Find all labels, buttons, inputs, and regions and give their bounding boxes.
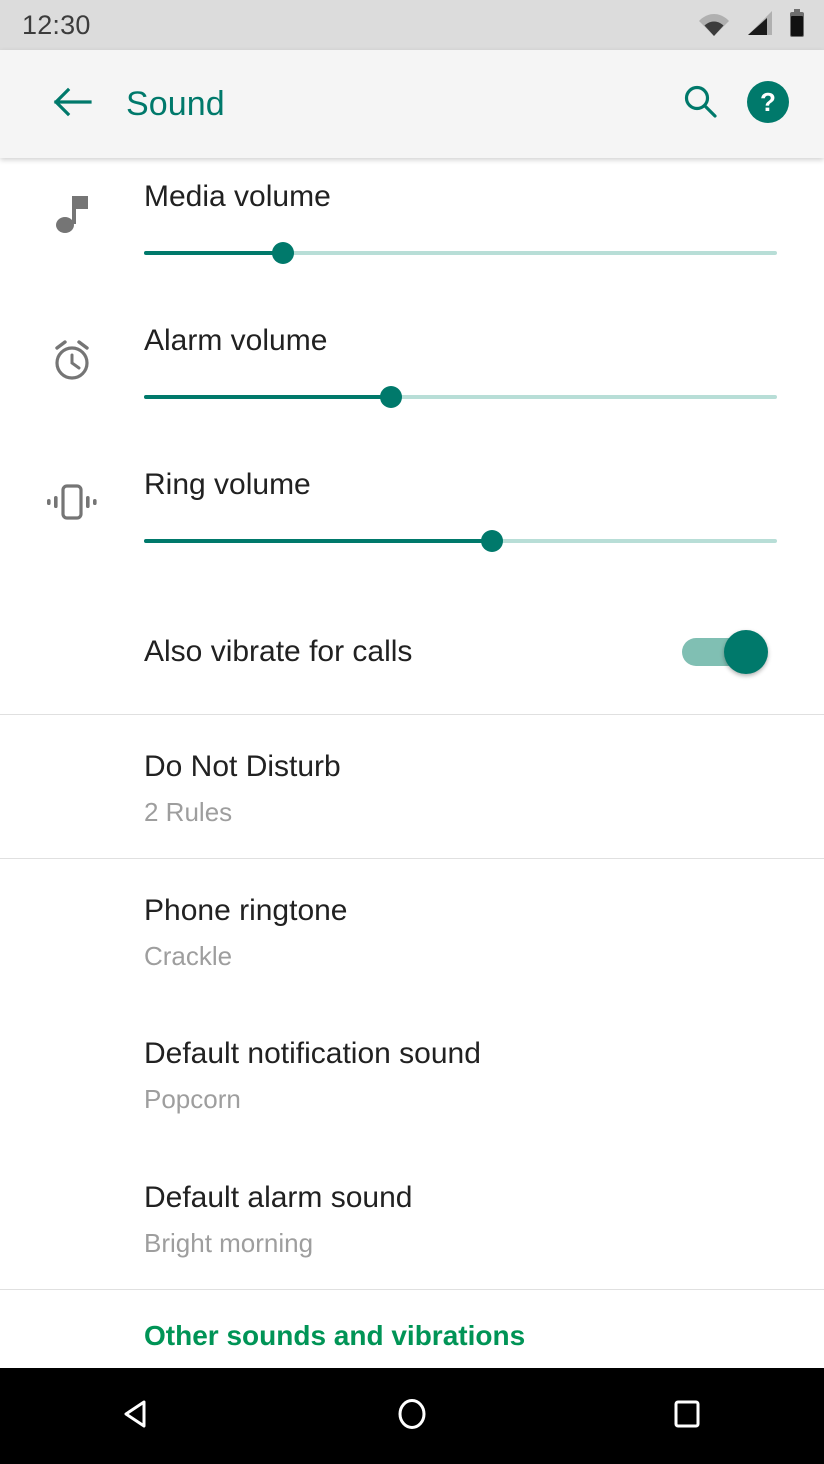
- other-sounds-label: Other sounds and vibrations: [144, 1319, 526, 1351]
- alarm-volume-body: Alarm volume: [144, 302, 824, 419]
- search-icon: [680, 82, 720, 127]
- list-item-default-alarm-sound[interactable]: Default alarm sound Bright morning: [0, 1146, 824, 1289]
- list-item-subtitle: Popcorn: [144, 1084, 241, 1115]
- search-button[interactable]: [672, 76, 728, 132]
- list-item-title: Default notification sound: [144, 1037, 481, 1071]
- list-item-do-not-disturb[interactable]: Do Not Disturb 2 Rules: [0, 715, 824, 858]
- list-item-subtitle: Bright morning: [144, 1227, 314, 1258]
- ring-volume-slider[interactable]: [144, 519, 777, 563]
- list-item-subtitle: Crackle: [144, 941, 233, 972]
- signal-icon: [744, 10, 774, 41]
- other-sounds-and-vibrations-link[interactable]: Other sounds and vibrations: [0, 1290, 824, 1378]
- also-vibrate-toggle[interactable]: [682, 630, 768, 674]
- nav-back-triangle-icon: [117, 1394, 157, 1439]
- nav-home-circle-icon: [392, 1394, 432, 1439]
- slider-thumb[interactable]: [272, 241, 295, 264]
- media-volume-label: Media volume: [144, 180, 331, 213]
- help-button[interactable]: ?: [740, 76, 796, 132]
- list-item-subtitle: 2 Rules: [144, 797, 233, 827]
- alarm-volume-row[interactable]: Alarm volume: [0, 302, 824, 446]
- slider-thumb[interactable]: [379, 385, 402, 408]
- back-arrow-icon: [52, 86, 92, 123]
- music-note-icon: [0, 158, 144, 240]
- help-icon: ?: [745, 79, 791, 130]
- media-volume-slider[interactable]: [144, 231, 777, 275]
- media-volume-body: Media volume: [144, 158, 824, 275]
- also-vibrate-row[interactable]: Also vibrate for calls: [0, 590, 824, 714]
- vibrate-icon: [0, 446, 144, 524]
- back-button[interactable]: [46, 78, 98, 130]
- list-item-title: Phone ringtone: [144, 894, 348, 928]
- page-title: Sound: [126, 84, 225, 123]
- ring-volume-body: Ring volume: [144, 446, 824, 563]
- toggle-thumb: [724, 630, 768, 674]
- nav-recents-button[interactable]: [632, 1368, 742, 1464]
- nav-back-button[interactable]: [82, 1368, 192, 1464]
- status-bar-clock: 12:30: [22, 9, 91, 40]
- slider-thumb[interactable]: [481, 529, 504, 552]
- nav-home-button[interactable]: [357, 1368, 467, 1464]
- also-vibrate-label: Also vibrate for calls: [144, 635, 413, 668]
- slider-track-fill: [144, 250, 284, 255]
- alarm-volume-slider[interactable]: [144, 375, 777, 419]
- slider-track-fill: [144, 538, 493, 543]
- navigation-bar: [0, 1368, 824, 1464]
- ring-volume-row[interactable]: Ring volume: [0, 446, 824, 590]
- nav-recents-square-icon: [667, 1394, 707, 1439]
- wifi-icon: [698, 10, 730, 41]
- settings-content: Media volume Alarm volume Ring volume Al…: [0, 158, 824, 1378]
- slider-track-fill: [144, 394, 391, 399]
- media-volume-row[interactable]: Media volume: [0, 158, 824, 302]
- battery-icon: [788, 8, 806, 42]
- app-bar: Sound ?: [0, 50, 824, 158]
- alarm-clock-icon: [0, 302, 144, 384]
- list-item-default-notification-sound[interactable]: Default notification sound Popcorn: [0, 1002, 824, 1145]
- status-bar: 12:30: [0, 0, 824, 50]
- list-item-title: Do Not Disturb: [144, 750, 341, 783]
- svg-text:?: ?: [760, 87, 776, 117]
- list-item-phone-ringtone[interactable]: Phone ringtone Crackle: [0, 859, 824, 1002]
- status-bar-icons: [698, 8, 806, 42]
- ring-volume-label: Ring volume: [144, 468, 311, 501]
- list-item-title: Default alarm sound: [144, 1180, 413, 1214]
- alarm-volume-label: Alarm volume: [144, 324, 328, 357]
